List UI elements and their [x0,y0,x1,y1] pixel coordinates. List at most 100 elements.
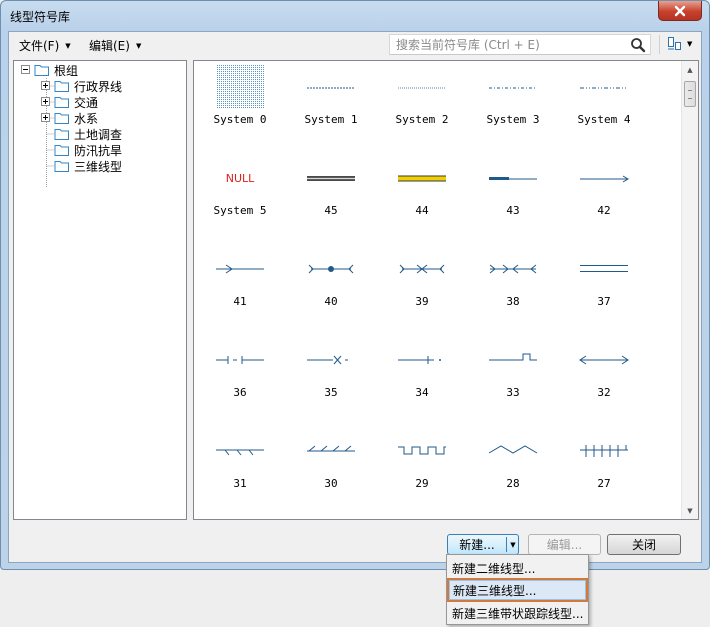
symbol-preview [489,264,537,274]
expand-icon[interactable] [41,97,51,107]
null-symbol-text: NULL [225,172,255,185]
symbol-label: 32 [597,386,611,399]
symbol-cell[interactable]: 43 [468,152,558,240]
symbol-label: 34 [415,386,429,399]
menu-file[interactable]: 文件(F) ▼ [19,37,71,54]
close-button[interactable]: 关闭 [607,534,681,555]
symbol-cell[interactable]: 29 [377,425,467,513]
folder-icon [54,113,69,124]
symbol-cell[interactable]: 45 [286,152,376,240]
tree-node-water[interactable]: 水系 [41,110,98,126]
symbol-cell[interactable]: 32 [559,334,649,422]
symbol-label: 28 [506,477,520,490]
symbol-cell[interactable]: System 4 [559,61,649,149]
tree-node-land-survey[interactable]: 土地调查 [54,126,122,142]
tree-node-3d-line[interactable]: 三维线型 [54,158,122,174]
symbol-cell[interactable]: NULL System 5 [195,152,285,240]
search-input[interactable] [394,36,624,53]
symbol-preview [398,87,446,89]
edit-button[interactable]: 编辑... [528,534,601,555]
tree-node-flood-control[interactable]: 防汛抗旱 [54,142,122,158]
symbol-cell[interactable]: 31 [195,425,285,513]
symbol-cell[interactable]: 40 [286,243,376,331]
symbol-preview [489,353,537,361]
symbol-preview [398,446,446,455]
symbol-label: 37 [597,295,611,308]
tree-node-label: 水系 [74,111,99,126]
scroll-up-arrow-icon[interactable]: ▲ [682,61,698,78]
symbol-cell[interactable]: 44 [377,152,467,240]
group-tree[interactable]: 根组 行政界线 交通 水系 土地调查 防汛抗旱 三维线型 [13,60,187,520]
toolbar-separator [659,35,660,54]
tree-node-root[interactable]: 根组 [21,62,78,78]
symbol-cell[interactable]: System 3 [468,61,558,149]
symbol-label: 36 [233,386,247,399]
symbol-label: 29 [415,477,429,490]
chevron-down-icon: ▼ [65,41,71,50]
expand-icon[interactable] [41,113,51,123]
menu-edit[interactable]: 编辑(E) ▼ [89,37,141,54]
symbol-preview [399,264,445,274]
scroll-down-arrow-icon[interactable]: ▼ [682,502,698,519]
symbol-label: 39 [415,295,429,308]
symbol-label: 42 [597,204,611,217]
menu-item-new-3d-line[interactable]: 新建三维线型... [447,578,588,602]
symbol-cell[interactable]: 42 [559,152,649,240]
symbol-label: 30 [324,477,338,490]
search-box[interactable] [389,34,651,55]
symbol-label: System 0 [213,113,267,126]
symbol-preview [580,87,628,89]
tree-node-label: 防汛抗旱 [74,143,123,158]
symbol-preview [579,355,629,365]
tree-node-label: 交通 [74,95,99,110]
symbol-cell[interactable]: 34 [377,334,467,422]
symbol-cell[interactable]: 38 [468,243,558,331]
symbol-cell[interactable]: 33 [468,334,558,422]
menu-bar: 文件(F) ▼ 编辑(E) ▼ ▼ [9,32,701,58]
symbol-preview [216,449,264,456]
symbol-preview [580,265,628,272]
new-split-button[interactable]: 新建... ▼ [447,534,519,555]
symbol-cell[interactable]: System 1 [286,61,376,149]
chevron-down-icon: ▼ [687,40,693,48]
symbol-cell[interactable]: 39 [377,243,467,331]
dialog-window: 线型符号库 文件(F) ▼ 编辑(E) ▼ 搜索当前符号库 (Ctrl + E)… [0,0,710,570]
symbol-label: 44 [415,204,429,217]
chevron-down-icon[interactable]: ▼ [508,535,518,554]
symbol-label: 41 [233,295,247,308]
symbol-label: System 5 [213,204,267,217]
symbol-cell[interactable]: 37 [559,243,649,331]
symbol-cell[interactable]: System 2 [377,61,467,149]
symbol-label: 43 [506,204,520,217]
tree-node-admin-boundary[interactable]: 行政界线 [41,78,122,94]
search-icon[interactable] [630,37,646,53]
symbol-cell[interactable]: 35 [286,334,376,422]
symbol-preview [488,445,538,454]
tree-node-traffic[interactable]: 交通 [41,94,98,110]
symbol-label: 33 [506,386,520,399]
symbol-label: 35 [324,386,338,399]
scroll-thumb[interactable] [684,81,696,107]
symbol-preview [307,176,355,181]
symbol-cell[interactable]: 41 [195,243,285,331]
view-mode-icon [668,37,681,50]
menu-item-new-2d-line[interactable]: 新建二维线型... [449,558,586,578]
symbol-preview [216,264,264,274]
symbol-preview [307,445,355,452]
new-button-label[interactable]: 新建... [448,535,506,554]
symbol-cell[interactable]: System 0 [195,61,285,149]
view-mode-button[interactable]: ▼ [667,36,692,52]
menu-item-new-3d-ribbon-line[interactable]: 新建三维带状跟踪线型... [449,603,586,623]
menu-file-label: 文件(F) [19,39,60,53]
symbol-cell[interactable]: 27 [559,425,649,513]
symbol-label: 27 [597,477,611,490]
collapse-icon[interactable] [21,65,31,75]
symbol-cell[interactable]: 28 [468,425,558,513]
symbol-cell[interactable]: 30 [286,425,376,513]
expand-icon[interactable] [41,81,51,91]
vertical-scrollbar[interactable]: ▲ ▼ [681,61,698,519]
close-window-button[interactable] [658,1,702,21]
symbol-cell[interactable]: 36 [195,334,285,422]
folder-icon [54,129,69,140]
folder-icon [54,161,69,172]
